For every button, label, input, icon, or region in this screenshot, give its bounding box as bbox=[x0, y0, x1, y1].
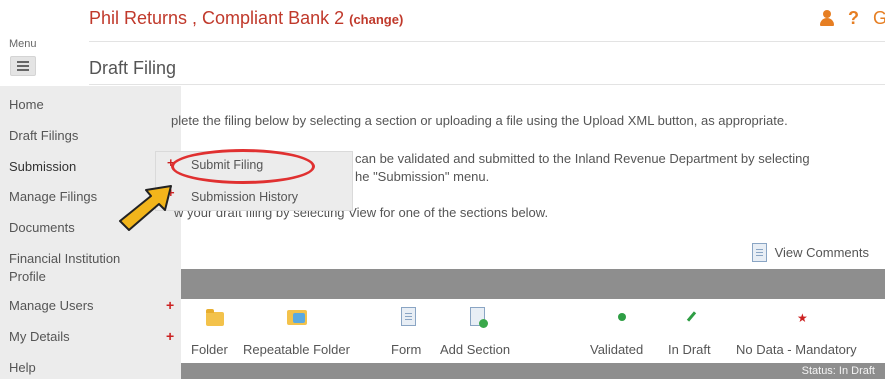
legend-label-repeatable-folder: Repeatable Folder bbox=[243, 342, 350, 357]
submission-history-menu-item[interactable]: Submission History bbox=[191, 190, 298, 204]
sidebar-item-home[interactable]: Home bbox=[9, 97, 44, 112]
sidebar-item-manage-users[interactable]: Manage Users bbox=[9, 298, 94, 313]
form-icon bbox=[401, 307, 416, 326]
legend-label-validated: Validated bbox=[590, 342, 644, 357]
header-title: Phil Returns , Compliant Bank 2 (change) bbox=[89, 8, 403, 29]
hamburger-menu-icon[interactable] bbox=[10, 56, 36, 76]
sidebar-item-submission[interactable]: Submission bbox=[9, 159, 76, 174]
in-draft-icon bbox=[686, 311, 697, 322]
sidebar-item-manage-filings[interactable]: Manage Filings bbox=[9, 189, 97, 204]
legend-label-form: Form bbox=[391, 342, 422, 357]
legend-label-in-draft: In Draft bbox=[668, 342, 711, 357]
view-comments-button[interactable]: View Comments bbox=[751, 243, 869, 262]
mandatory-star-icon: ★ bbox=[797, 311, 808, 325]
sidebar-item-help[interactable]: Help bbox=[9, 360, 36, 375]
sidebar-item-documents[interactable]: Documents bbox=[9, 220, 75, 235]
sidebar-item-financial-institution-profile[interactable]: Financial Institution Profile bbox=[9, 250, 159, 286]
add-section-icon bbox=[470, 307, 488, 328]
validated-icon bbox=[618, 313, 626, 321]
repeatable-folder-icon bbox=[287, 310, 307, 325]
instruction-line-2: can be validated and submitted to the In… bbox=[355, 151, 810, 166]
logout-icon[interactable]: G bbox=[873, 8, 885, 29]
manage-users-expand-icon[interactable]: + bbox=[166, 297, 174, 313]
view-comments-label: View Comments bbox=[774, 245, 869, 260]
user-icon[interactable] bbox=[820, 10, 834, 26]
sidebar-item-my-details[interactable]: My Details bbox=[9, 329, 70, 344]
header-title-text: Phil Returns , Compliant Bank 2 bbox=[89, 8, 350, 28]
pointer-arrow-annotation bbox=[119, 185, 172, 231]
legend-label-no-data-mandatory: No Data - Mandatory bbox=[736, 342, 857, 357]
change-link[interactable]: (change) bbox=[349, 12, 403, 27]
folder-icon bbox=[206, 309, 224, 326]
sidebar-item-draft-filings[interactable]: Draft Filings bbox=[9, 128, 78, 143]
legend-label-folder: Folder bbox=[191, 342, 228, 357]
help-icon[interactable]: ? bbox=[848, 8, 859, 29]
filing-toolbar-bar bbox=[181, 269, 885, 299]
icon-legend: Folder Repeatable Folder Form Add Sectio… bbox=[181, 299, 885, 363]
my-details-expand-icon[interactable]: + bbox=[166, 328, 174, 344]
header-divider bbox=[89, 41, 885, 42]
status-text: Status: In Draft bbox=[801, 365, 875, 377]
comments-document-icon bbox=[751, 243, 767, 262]
page-title: Draft Filing bbox=[89, 58, 177, 78]
status-bar: Status: In Draft bbox=[181, 363, 885, 379]
highlight-oval-annotation bbox=[171, 149, 315, 184]
title-divider bbox=[89, 84, 885, 85]
legend-label-add-section: Add Section bbox=[440, 342, 511, 357]
instruction-line-1: plete the filing below by selecting a se… bbox=[171, 113, 788, 128]
menu-label: Menu bbox=[9, 38, 37, 50]
header-icons: ? G bbox=[820, 6, 885, 30]
app-root: Phil Returns , Compliant Bank 2 (change)… bbox=[0, 0, 885, 379]
instruction-line-3: he "Submission" menu. bbox=[355, 169, 490, 184]
